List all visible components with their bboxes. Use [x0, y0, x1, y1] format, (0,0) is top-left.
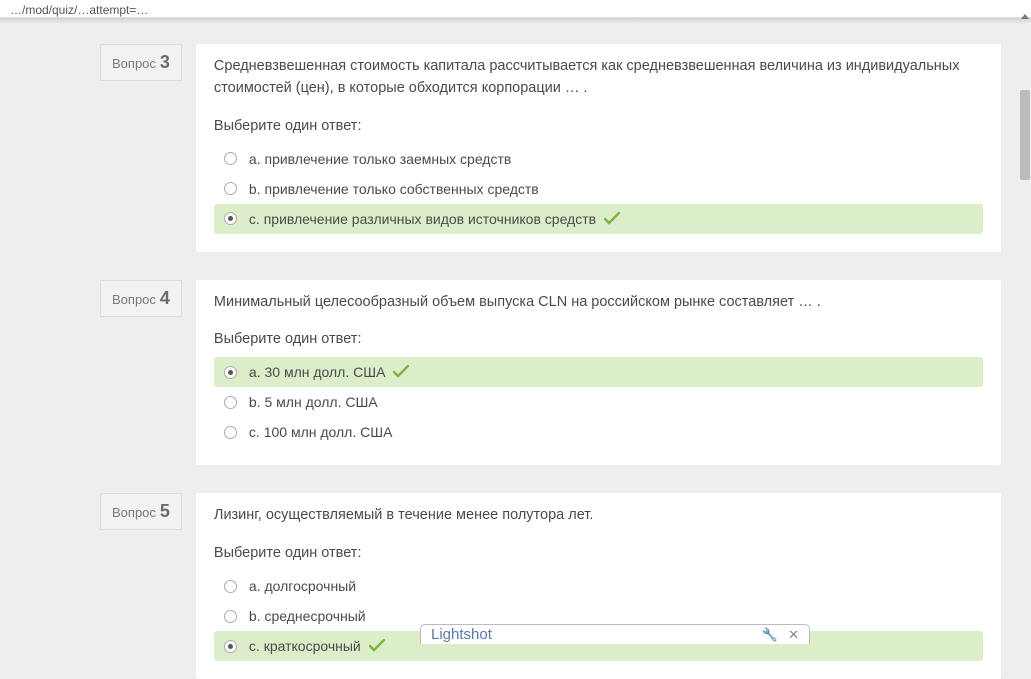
- checkmark-icon: [393, 365, 409, 379]
- choose-one-label: Выберите один ответ:: [214, 545, 983, 561]
- radio-icon[interactable]: [224, 182, 237, 195]
- answer-text: a. 30 млн долл. США: [249, 364, 386, 380]
- question-text: Средневзвешенная стоимость капитала расс…: [214, 56, 983, 100]
- answer-text: b. 5 млн долл. США: [249, 394, 378, 410]
- question-label: Вопрос: [112, 292, 156, 307]
- radio-icon[interactable]: [224, 610, 237, 623]
- answer-option[interactable]: b. 5 млн долл. США: [214, 387, 983, 417]
- scrollbar-thumb[interactable]: [1020, 90, 1030, 180]
- question-tag: Вопрос 4: [100, 280, 182, 317]
- question-block: Вопрос 4 Минимальный целесообразный объе…: [100, 280, 1001, 466]
- answer-text: c. краткосрочный: [249, 638, 361, 654]
- answer-option[interactable]: a. долгосрочный: [214, 571, 983, 601]
- checkmark-icon: [604, 212, 620, 226]
- wrench-icon[interactable]: 🔧: [762, 627, 778, 643]
- answer-text: b. среднесрочный: [249, 608, 366, 624]
- radio-icon[interactable]: [224, 152, 237, 165]
- answer-option-correct[interactable]: c. привлечение различных видов источнико…: [214, 204, 983, 234]
- close-icon[interactable]: ✕: [788, 627, 799, 643]
- question-label: Вопрос: [112, 56, 156, 71]
- checkmark-icon: [369, 639, 385, 653]
- question-body: Лизинг, осуществляемый в течение менее п…: [196, 493, 1001, 679]
- question-number: 5: [160, 501, 170, 522]
- question-tag: Вопрос 3: [100, 44, 182, 81]
- lightshot-title: Lightshot: [431, 626, 752, 643]
- radio-icon[interactable]: [224, 580, 237, 593]
- radio-icon-checked[interactable]: [224, 640, 237, 653]
- radio-icon[interactable]: [224, 396, 237, 409]
- choose-one-label: Выберите один ответ:: [214, 331, 983, 347]
- answer-text: a. долгосрочный: [249, 578, 356, 594]
- answer-text: a. привлечение только заемных средств: [249, 151, 511, 167]
- question-tag: Вопрос 5: [100, 493, 182, 530]
- radio-icon[interactable]: [224, 426, 237, 439]
- scroll-up-arrow-icon[interactable]: [1021, 14, 1029, 19]
- question-body: Минимальный целесообразный объем выпуска…: [196, 280, 1001, 466]
- radio-icon-checked[interactable]: [224, 212, 237, 225]
- answer-text: b. привлечение только собственных средст…: [249, 181, 539, 197]
- question-block: Вопрос 3 Средневзвешенная стоимость капи…: [100, 44, 1001, 252]
- question-text: Лизинг, осуществляемый в течение менее п…: [214, 505, 983, 527]
- answer-option[interactable]: b. привлечение только собственных средст…: [214, 174, 983, 204]
- answer-option[interactable]: a. привлечение только заемных средств: [214, 144, 983, 174]
- answer-option-correct[interactable]: a. 30 млн долл. США: [214, 357, 983, 387]
- question-label: Вопрос: [112, 505, 156, 520]
- question-text: Минимальный целесообразный объем выпуска…: [214, 292, 983, 314]
- question-number: 4: [160, 288, 170, 309]
- url-bar: …/mod/quiz/…attempt=…: [0, 0, 1031, 18]
- quiz-content: Вопрос 3 Средневзвешенная стоимость капи…: [0, 24, 1031, 679]
- answer-option[interactable]: c. 100 млн долл. США: [214, 417, 983, 447]
- answer-text: c. привлечение различных видов источнико…: [249, 211, 596, 227]
- radio-icon-checked[interactable]: [224, 366, 237, 379]
- lightshot-popup: Lightshot 🔧 ✕: [420, 624, 810, 644]
- question-number: 3: [160, 52, 170, 73]
- question-block: Вопрос 5 Лизинг, осуществляемый в течени…: [100, 493, 1001, 679]
- answer-text: c. 100 млн долл. США: [249, 424, 393, 440]
- question-body: Средневзвешенная стоимость капитала расс…: [196, 44, 1001, 252]
- choose-one-label: Выберите один ответ:: [214, 118, 983, 134]
